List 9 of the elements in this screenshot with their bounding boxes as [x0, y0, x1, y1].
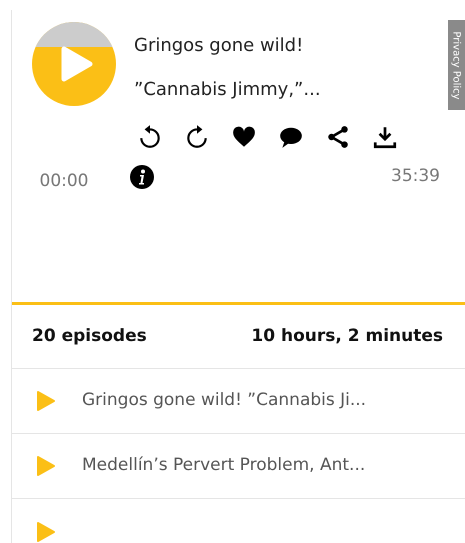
- episode-row[interactable]: Gringos gone wild! ”Cannabis Ji...: [12, 369, 465, 434]
- total-duration: 10 hours, 2 minutes: [251, 324, 443, 348]
- info-icon[interactable]: [130, 164, 154, 189]
- duration-time: 35:39: [391, 165, 440, 188]
- episode-count: 20 episodes: [32, 324, 147, 348]
- episode-title: ”Cannabis Jimmy,”...: [134, 78, 322, 102]
- elapsed-time: 00:00: [40, 170, 88, 193]
- episode-title: Gringos gone wild!: [134, 34, 304, 58]
- episode-row[interactable]: Medellín’s Pervert Problem, Ant...: [12, 434, 465, 499]
